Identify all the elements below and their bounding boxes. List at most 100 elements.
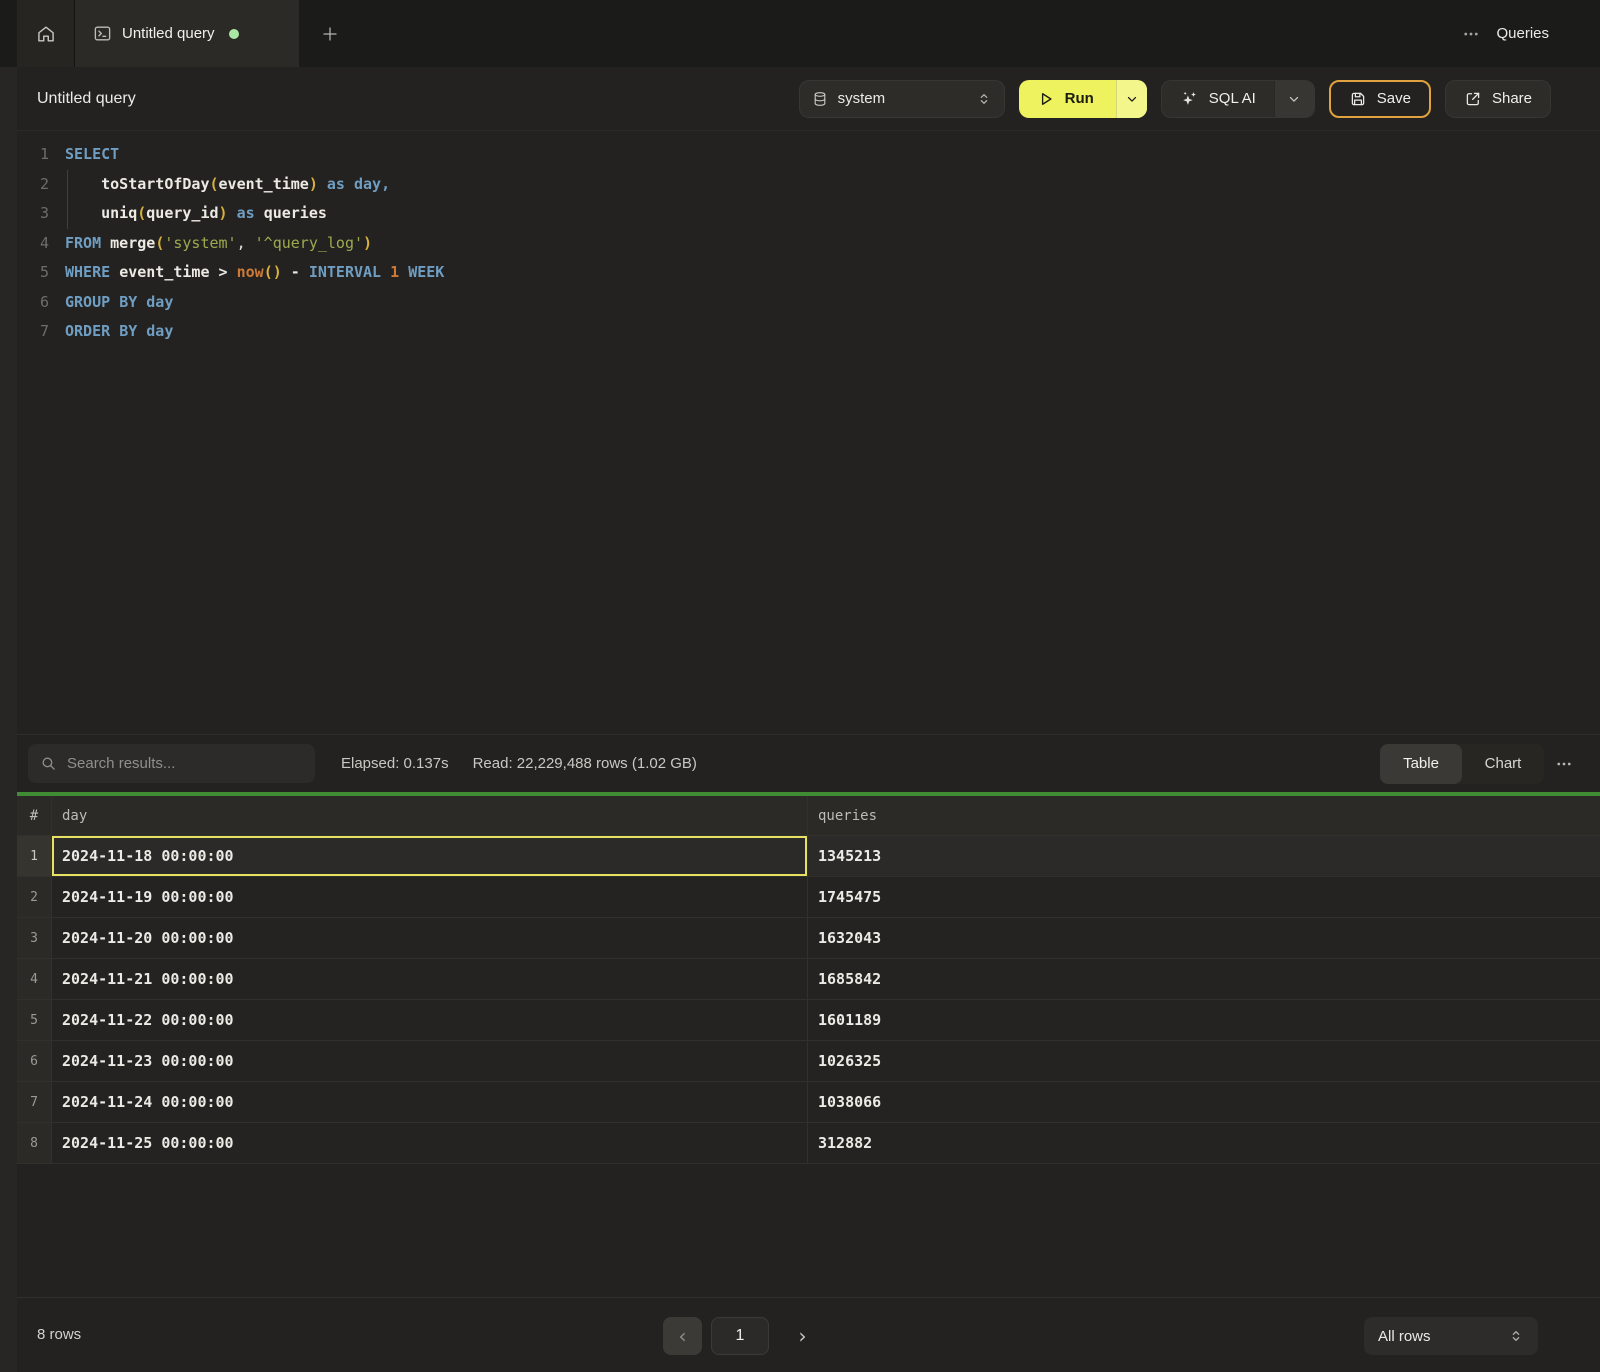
- code-text: GROUP BY day: [49, 288, 173, 318]
- terminal-icon: [93, 24, 112, 43]
- share-button[interactable]: Share: [1445, 80, 1551, 118]
- search-results-input[interactable]: [67, 755, 303, 772]
- tab-bar-left-edge: [0, 0, 17, 67]
- search-results-box[interactable]: [28, 744, 315, 783]
- code-line[interactable]: 6GROUP BY day: [17, 288, 1600, 318]
- share-label: Share: [1492, 90, 1532, 107]
- sql-ai-options-button[interactable]: [1274, 81, 1314, 117]
- day-value: 2024-11-21 00:00:00: [62, 970, 234, 988]
- query-title: Untitled query: [37, 90, 136, 108]
- previous-page-button[interactable]: ‹: [663, 1317, 702, 1355]
- save-icon: [1349, 90, 1367, 108]
- chevron-down-icon: [1125, 92, 1139, 106]
- day-cell[interactable]: 2024-11-21 00:00:00: [52, 959, 807, 1000]
- column-header-queries[interactable]: queries: [807, 796, 1600, 836]
- code-text: uniq(query_id) as queries: [49, 199, 327, 229]
- row-index-cell[interactable]: 4: [17, 959, 52, 1000]
- code-line[interactable]: 2 toStartOfDay(event_time) as day,: [17, 170, 1600, 200]
- line-number: 1: [17, 140, 49, 170]
- row-count-label: 8 rows: [37, 1326, 81, 1343]
- elapsed-stat: Elapsed: 0.137s: [341, 755, 449, 772]
- database-selector[interactable]: system: [799, 80, 1005, 118]
- play-icon: [1037, 90, 1055, 108]
- tab-chart-view[interactable]: Chart: [1462, 744, 1544, 784]
- home-button[interactable]: [17, 0, 75, 67]
- column-header-day[interactable]: day: [52, 796, 807, 836]
- queries-cell[interactable]: 1345213: [807, 836, 1600, 877]
- sql-ai-button[interactable]: SQL AI: [1162, 81, 1274, 117]
- queries-cell[interactable]: 1685842: [807, 959, 1600, 1000]
- code-line[interactable]: 5WHERE event_time > now() - INTERVAL 1 W…: [17, 258, 1600, 288]
- left-edge-rail: [0, 67, 17, 1372]
- line-number: 6: [17, 288, 49, 318]
- day-value: 2024-11-20 00:00:00: [62, 929, 234, 947]
- run-button-label: Run: [1065, 90, 1094, 107]
- chevron-right-icon: ›: [799, 1326, 807, 1346]
- row-index-cell[interactable]: 7: [17, 1082, 52, 1123]
- new-tab-button[interactable]: [299, 0, 361, 67]
- code-line[interactable]: 7ORDER BY day: [17, 317, 1600, 347]
- queries-cell[interactable]: 1038066: [807, 1082, 1600, 1123]
- queries-cell[interactable]: 1601189: [807, 1000, 1600, 1041]
- row-index-cell[interactable]: 8: [17, 1123, 52, 1164]
- day-cell[interactable]: 2024-11-18 00:00:00: [52, 836, 807, 877]
- save-label: Save: [1377, 90, 1411, 107]
- table-row: 3 2024-11-20 00:00:00 1632043: [17, 918, 1600, 959]
- row-index-cell[interactable]: 5: [17, 1000, 52, 1041]
- results-table-body: 12024-11-18 00:00:00134521322024-11-19 0…: [17, 836, 1600, 1164]
- queries-cell[interactable]: 1632043: [807, 918, 1600, 959]
- queries-cell[interactable]: 1745475: [807, 877, 1600, 918]
- run-options-button[interactable]: [1116, 80, 1147, 118]
- results-toolbar: Elapsed: 0.137s Read: 22,229,488 rows (1…: [17, 734, 1600, 792]
- day-value: 2024-11-24 00:00:00: [62, 1093, 234, 1111]
- current-page-button[interactable]: 1: [711, 1317, 769, 1355]
- results-more-options-button[interactable]: [1544, 755, 1584, 773]
- line-number: 3: [17, 199, 49, 229]
- sparkles-icon: [1180, 89, 1199, 108]
- day-cell[interactable]: 2024-11-25 00:00:00: [52, 1123, 807, 1164]
- more-options-icon[interactable]: [1462, 25, 1480, 43]
- save-button[interactable]: Save: [1329, 80, 1431, 118]
- code-line[interactable]: 4FROM merge('system', '^query_log'): [17, 229, 1600, 259]
- toolbar-actions: system Run: [799, 80, 1600, 118]
- column-header-index[interactable]: #: [17, 796, 52, 836]
- queries-cell[interactable]: 312882: [807, 1123, 1600, 1164]
- next-page-button[interactable]: ›: [783, 1317, 822, 1355]
- plus-icon: [321, 25, 339, 43]
- sql-editor[interactable]: 1SELECT2 toStartOfDay(event_time) as day…: [17, 131, 1600, 734]
- chevron-down-icon: [1287, 92, 1301, 106]
- search-icon: [40, 755, 57, 772]
- chevron-left-icon: ‹: [679, 1326, 687, 1346]
- ellipsis-icon: [1555, 755, 1573, 773]
- table-row: 4 2024-11-21 00:00:00 1685842: [17, 959, 1600, 1000]
- day-value: 2024-11-19 00:00:00: [62, 888, 234, 906]
- pagination: ‹ 1 ›: [663, 1317, 822, 1355]
- tab-bar-right: Queries: [1462, 0, 1600, 67]
- table-row: 2 2024-11-19 00:00:00 1745475: [17, 877, 1600, 918]
- row-index-cell[interactable]: 6: [17, 1041, 52, 1082]
- day-cell[interactable]: 2024-11-24 00:00:00: [52, 1082, 807, 1123]
- day-cell[interactable]: 2024-11-22 00:00:00: [52, 1000, 807, 1041]
- code-line[interactable]: 1SELECT: [17, 140, 1600, 170]
- row-index-cell[interactable]: 2: [17, 877, 52, 918]
- run-button[interactable]: Run: [1019, 80, 1116, 118]
- day-cell[interactable]: 2024-11-19 00:00:00: [52, 877, 807, 918]
- run-button-group: Run: [1019, 80, 1147, 118]
- database-selected-value: system: [838, 90, 886, 107]
- queries-cell[interactable]: 1026325: [807, 1041, 1600, 1082]
- code-line[interactable]: 3 uniq(query_id) as queries: [17, 199, 1600, 229]
- rows-per-page-value: All rows: [1378, 1328, 1431, 1345]
- day-cell[interactable]: 2024-11-23 00:00:00: [52, 1041, 807, 1082]
- chevrons-up-down-icon: [1508, 1328, 1524, 1344]
- query-toolbar: Untitled query system: [17, 67, 1600, 131]
- day-cell[interactable]: 2024-11-20 00:00:00: [52, 918, 807, 959]
- table-row: 62024-11-23 00:00:001026325: [17, 1041, 1600, 1082]
- tab-table-view[interactable]: Table: [1380, 744, 1462, 784]
- rows-per-page-selector[interactable]: All rows: [1364, 1317, 1538, 1355]
- row-index-cell[interactable]: 3: [17, 918, 52, 959]
- row-index-cell[interactable]: 1: [17, 836, 52, 877]
- queries-value: 312882: [818, 1134, 872, 1152]
- queries-link[interactable]: Queries: [1496, 25, 1549, 42]
- tab-untitled-query[interactable]: Untitled query: [75, 0, 299, 67]
- table-row: 12024-11-18 00:00:001345213: [17, 836, 1600, 877]
